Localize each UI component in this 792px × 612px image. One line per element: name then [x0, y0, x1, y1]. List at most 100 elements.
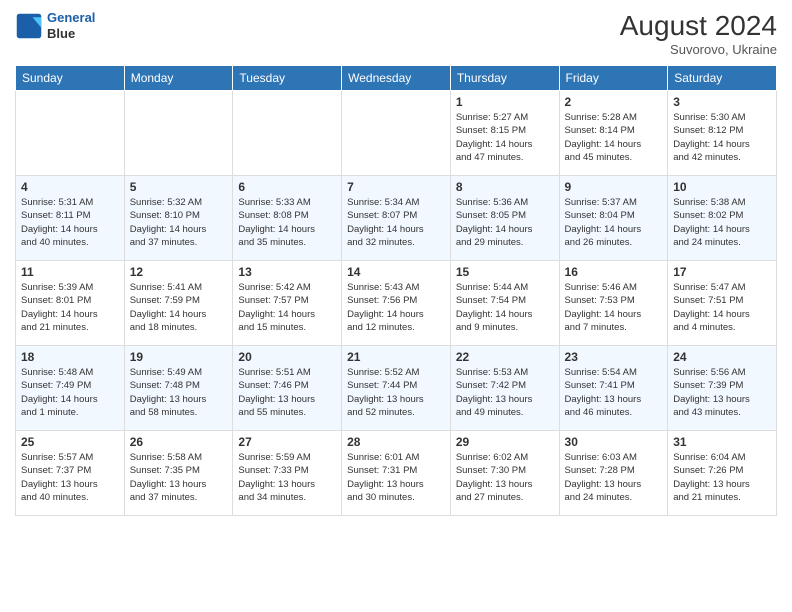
calendar-cell: 18 Sunrise: 5:48 AM Sunset: 7:49 PM Dayli… — [16, 346, 125, 431]
day-number: 4 — [21, 180, 119, 194]
calendar-cell: 20Sunrise: 5:51 AM Sunset: 7:46 PM Dayli… — [233, 346, 342, 431]
calendar-cell: 22 Sunrise: 5:53 AM Sunset: 7:42 PM Dayli… — [450, 346, 559, 431]
day-number: 12 — [130, 265, 228, 279]
day-number: 16 — [565, 265, 663, 279]
day-number: 17 — [673, 265, 771, 279]
calendar-cell: 4 Sunrise: 5:31 AM Sunset: 8:11 PM Daylig… — [16, 176, 125, 261]
logo-icon — [15, 12, 43, 40]
day-number: 9 — [565, 180, 663, 194]
calendar-cell: 8Sunrise: 5:36 AM Sunset: 8:05 PM Daylig… — [450, 176, 559, 261]
day-info: Sunrise: 5:31 AM Sunset: 8:11 PM Dayligh… — [21, 196, 119, 249]
calendar-cell: 30 Sunrise: 6:03 AM Sunset: 7:28 PM Dayli… — [559, 431, 668, 516]
day-info: Sunrise: 5:43 AM Sunset: 7:56 PM Dayligh… — [347, 281, 445, 334]
logo-text: General Blue — [47, 10, 95, 41]
calendar-cell: 29 Sunrise: 6:02 AM Sunset: 7:30 PM Dayli… — [450, 431, 559, 516]
calendar-cell: 6Sunrise: 5:33 AM Sunset: 8:08 PM Daylig… — [233, 176, 342, 261]
day-number: 7 — [347, 180, 445, 194]
day-info: Sunrise: 5:34 AM Sunset: 8:07 PM Dayligh… — [347, 196, 445, 249]
day-number: 11 — [21, 265, 119, 279]
day-number: 3 — [673, 95, 771, 109]
day-number: 30 — [565, 435, 663, 449]
header: General Blue August 2024 Suvorovo, Ukrai… — [15, 10, 777, 57]
day-info: Sunrise: 5:41 AM Sunset: 7:59 PM Dayligh… — [130, 281, 228, 334]
day-number: 29 — [456, 435, 554, 449]
day-number: 22 — [456, 350, 554, 364]
calendar-cell: 1Sunrise: 5:27 AM Sunset: 8:15 PM Daylig… — [450, 91, 559, 176]
day-number: 28 — [347, 435, 445, 449]
location: Suvorovo, Ukraine — [620, 42, 777, 57]
day-number: 26 — [130, 435, 228, 449]
day-info: Sunrise: 5:58 AM Sunset: 7:35 PM Dayligh… — [130, 451, 228, 504]
day-info: Sunrise: 6:03 AM Sunset: 7:28 PM Dayligh… — [565, 451, 663, 504]
day-info: Sunrise: 5:46 AM Sunset: 7:53 PM Dayligh… — [565, 281, 663, 334]
day-number: 15 — [456, 265, 554, 279]
calendar-table: SundayMondayTuesdayWednesdayThursdayFrid… — [15, 65, 777, 516]
day-info: Sunrise: 5:28 AM Sunset: 8:14 PM Dayligh… — [565, 111, 663, 164]
day-number: 5 — [130, 180, 228, 194]
day-info: Sunrise: 5:39 AM Sunset: 8:01 PM Dayligh… — [21, 281, 119, 334]
day-info: Sunrise: 5:57 AM Sunset: 7:37 PM Dayligh… — [21, 451, 119, 504]
day-number: 25 — [21, 435, 119, 449]
calendar-cell: 17 Sunrise: 5:47 AM Sunset: 7:51 PM Dayli… — [668, 261, 777, 346]
calendar-cell: 10 Sunrise: 5:38 AM Sunset: 8:02 PM Dayli… — [668, 176, 777, 261]
calendar-cell: 9Sunrise: 5:37 AM Sunset: 8:04 PM Daylig… — [559, 176, 668, 261]
day-info: Sunrise: 5:42 AM Sunset: 7:57 PM Dayligh… — [238, 281, 336, 334]
calendar-cell — [16, 91, 125, 176]
dow-header: Friday — [559, 66, 668, 91]
dow-header: Tuesday — [233, 66, 342, 91]
day-info: Sunrise: 5:30 AM Sunset: 8:12 PM Dayligh… — [673, 111, 771, 164]
day-info: Sunrise: 5:27 AM Sunset: 8:15 PM Dayligh… — [456, 111, 554, 164]
day-info: Sunrise: 5:49 AM Sunset: 7:48 PM Dayligh… — [130, 366, 228, 419]
day-number: 20 — [238, 350, 336, 364]
day-info: Sunrise: 5:48 AM Sunset: 7:49 PM Dayligh… — [21, 366, 119, 419]
calendar-cell: 23 Sunrise: 5:54 AM Sunset: 7:41 PM Dayli… — [559, 346, 668, 431]
calendar-cell — [342, 91, 451, 176]
calendar-cell: 28 Sunrise: 6:01 AM Sunset: 7:31 PM Dayli… — [342, 431, 451, 516]
calendar-cell: 19Sunrise: 5:49 AM Sunset: 7:48 PM Dayli… — [124, 346, 233, 431]
calendar-cell: 7 Sunrise: 5:34 AM Sunset: 8:07 PM Daylig… — [342, 176, 451, 261]
calendar-cell: 24 Sunrise: 5:56 AM Sunset: 7:39 PM Dayli… — [668, 346, 777, 431]
day-info: Sunrise: 5:54 AM Sunset: 7:41 PM Dayligh… — [565, 366, 663, 419]
day-info: Sunrise: 6:01 AM Sunset: 7:31 PM Dayligh… — [347, 451, 445, 504]
day-info: Sunrise: 5:53 AM Sunset: 7:42 PM Dayligh… — [456, 366, 554, 419]
day-number: 10 — [673, 180, 771, 194]
calendar-cell — [124, 91, 233, 176]
day-number: 14 — [347, 265, 445, 279]
calendar-cell: 3 Sunrise: 5:30 AM Sunset: 8:12 PM Daylig… — [668, 91, 777, 176]
day-number: 6 — [238, 180, 336, 194]
dow-header: Saturday — [668, 66, 777, 91]
calendar-cell: 27 Sunrise: 5:59 AM Sunset: 7:33 PM Dayli… — [233, 431, 342, 516]
day-info: Sunrise: 6:02 AM Sunset: 7:30 PM Dayligh… — [456, 451, 554, 504]
day-number: 13 — [238, 265, 336, 279]
dow-header: Thursday — [450, 66, 559, 91]
day-info: Sunrise: 5:56 AM Sunset: 7:39 PM Dayligh… — [673, 366, 771, 419]
day-number: 27 — [238, 435, 336, 449]
day-info: Sunrise: 5:47 AM Sunset: 7:51 PM Dayligh… — [673, 281, 771, 334]
dow-header: Sunday — [16, 66, 125, 91]
dow-header: Wednesday — [342, 66, 451, 91]
day-info: Sunrise: 5:38 AM Sunset: 8:02 PM Dayligh… — [673, 196, 771, 249]
calendar-cell: 31Sunrise: 6:04 AM Sunset: 7:26 PM Dayli… — [668, 431, 777, 516]
calendar-cell: 2Sunrise: 5:28 AM Sunset: 8:14 PM Daylig… — [559, 91, 668, 176]
day-number: 24 — [673, 350, 771, 364]
calendar-cell: 26 Sunrise: 5:58 AM Sunset: 7:35 PM Dayli… — [124, 431, 233, 516]
calendar-cell: 16 Sunrise: 5:46 AM Sunset: 7:53 PM Dayli… — [559, 261, 668, 346]
day-info: Sunrise: 5:52 AM Sunset: 7:44 PM Dayligh… — [347, 366, 445, 419]
month-year: August 2024 — [620, 10, 777, 42]
dow-header: Monday — [124, 66, 233, 91]
calendar-cell: 15 Sunrise: 5:44 AM Sunset: 7:54 PM Dayli… — [450, 261, 559, 346]
day-number: 18 — [21, 350, 119, 364]
title-block: August 2024 Suvorovo, Ukraine — [620, 10, 777, 57]
day-info: Sunrise: 5:59 AM Sunset: 7:33 PM Dayligh… — [238, 451, 336, 504]
calendar-cell: 25 Sunrise: 5:57 AM Sunset: 7:37 PM Dayli… — [16, 431, 125, 516]
day-number: 31 — [673, 435, 771, 449]
calendar-cell: 5 Sunrise: 5:32 AM Sunset: 8:10 PM Daylig… — [124, 176, 233, 261]
calendar-container: General Blue August 2024 Suvorovo, Ukrai… — [0, 0, 792, 526]
day-number: 23 — [565, 350, 663, 364]
day-info: Sunrise: 5:32 AM Sunset: 8:10 PM Dayligh… — [130, 196, 228, 249]
logo: General Blue — [15, 10, 95, 41]
day-info: Sunrise: 5:44 AM Sunset: 7:54 PM Dayligh… — [456, 281, 554, 334]
calendar-cell — [233, 91, 342, 176]
day-number: 21 — [347, 350, 445, 364]
calendar-cell: 14 Sunrise: 5:43 AM Sunset: 7:56 PM Dayli… — [342, 261, 451, 346]
